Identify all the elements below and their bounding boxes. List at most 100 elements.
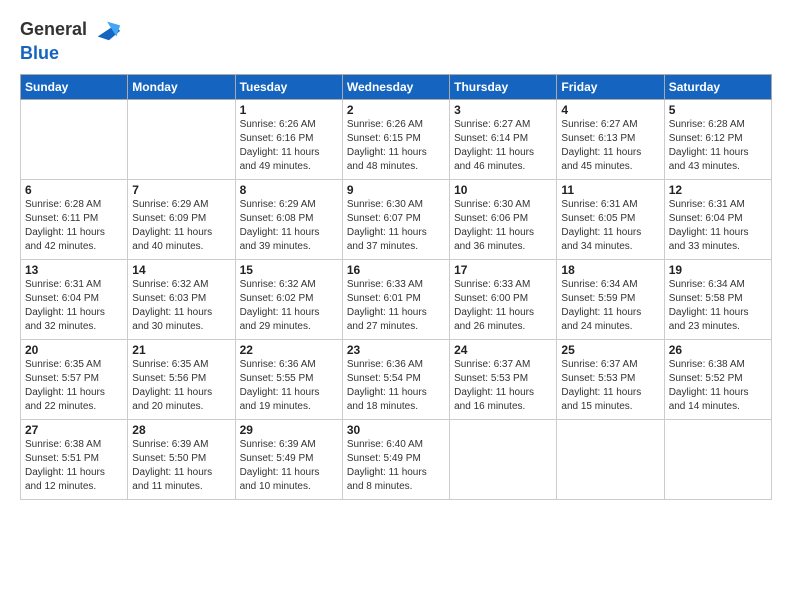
day-number: 8 [240, 183, 338, 197]
week-row-2: 6Sunrise: 6:28 AM Sunset: 6:11 PM Daylig… [21, 179, 772, 259]
day-cell: 1Sunrise: 6:26 AM Sunset: 6:16 PM Daylig… [235, 99, 342, 179]
weekday-monday: Monday [128, 74, 235, 99]
day-info: Sunrise: 6:28 AM Sunset: 6:11 PM Dayligh… [25, 198, 123, 254]
week-row-1: 1Sunrise: 6:26 AM Sunset: 6:16 PM Daylig… [21, 99, 772, 179]
day-info: Sunrise: 6:32 AM Sunset: 6:02 PM Dayligh… [240, 278, 338, 334]
weekday-thursday: Thursday [450, 74, 557, 99]
day-number: 26 [669, 343, 767, 357]
day-cell: 28Sunrise: 6:39 AM Sunset: 5:50 PM Dayli… [128, 419, 235, 499]
day-cell: 9Sunrise: 6:30 AM Sunset: 6:07 PM Daylig… [342, 179, 449, 259]
day-number: 14 [132, 263, 230, 277]
day-cell: 19Sunrise: 6:34 AM Sunset: 5:58 PM Dayli… [664, 259, 771, 339]
day-number: 30 [347, 423, 445, 437]
day-number: 3 [454, 103, 552, 117]
day-info: Sunrise: 6:30 AM Sunset: 6:06 PM Dayligh… [454, 198, 552, 254]
day-cell: 13Sunrise: 6:31 AM Sunset: 6:04 PM Dayli… [21, 259, 128, 339]
day-number: 10 [454, 183, 552, 197]
day-cell: 25Sunrise: 6:37 AM Sunset: 5:53 PM Dayli… [557, 339, 664, 419]
day-info: Sunrise: 6:29 AM Sunset: 6:09 PM Dayligh… [132, 198, 230, 254]
day-info: Sunrise: 6:39 AM Sunset: 5:50 PM Dayligh… [132, 438, 230, 494]
day-info: Sunrise: 6:28 AM Sunset: 6:12 PM Dayligh… [669, 118, 767, 174]
day-cell: 8Sunrise: 6:29 AM Sunset: 6:08 PM Daylig… [235, 179, 342, 259]
day-info: Sunrise: 6:33 AM Sunset: 6:01 PM Dayligh… [347, 278, 445, 334]
day-number: 21 [132, 343, 230, 357]
day-cell: 26Sunrise: 6:38 AM Sunset: 5:52 PM Dayli… [664, 339, 771, 419]
day-cell: 21Sunrise: 6:35 AM Sunset: 5:56 PM Dayli… [128, 339, 235, 419]
logo-general: General [20, 19, 87, 39]
day-cell: 23Sunrise: 6:36 AM Sunset: 5:54 PM Dayli… [342, 339, 449, 419]
weekday-sunday: Sunday [21, 74, 128, 99]
day-number: 12 [669, 183, 767, 197]
weekday-tuesday: Tuesday [235, 74, 342, 99]
day-number: 16 [347, 263, 445, 277]
day-cell: 10Sunrise: 6:30 AM Sunset: 6:06 PM Dayli… [450, 179, 557, 259]
weekday-friday: Friday [557, 74, 664, 99]
day-number: 27 [25, 423, 123, 437]
day-cell: 22Sunrise: 6:36 AM Sunset: 5:55 PM Dayli… [235, 339, 342, 419]
day-cell [557, 419, 664, 499]
day-number: 23 [347, 343, 445, 357]
day-cell: 14Sunrise: 6:32 AM Sunset: 6:03 PM Dayli… [128, 259, 235, 339]
day-number: 9 [347, 183, 445, 197]
day-info: Sunrise: 6:31 AM Sunset: 6:05 PM Dayligh… [561, 198, 659, 254]
day-number: 6 [25, 183, 123, 197]
day-cell: 7Sunrise: 6:29 AM Sunset: 6:09 PM Daylig… [128, 179, 235, 259]
day-cell: 16Sunrise: 6:33 AM Sunset: 6:01 PM Dayli… [342, 259, 449, 339]
day-info: Sunrise: 6:31 AM Sunset: 6:04 PM Dayligh… [25, 278, 123, 334]
day-cell: 17Sunrise: 6:33 AM Sunset: 6:00 PM Dayli… [450, 259, 557, 339]
day-cell: 29Sunrise: 6:39 AM Sunset: 5:49 PM Dayli… [235, 419, 342, 499]
day-cell: 5Sunrise: 6:28 AM Sunset: 6:12 PM Daylig… [664, 99, 771, 179]
day-cell: 30Sunrise: 6:40 AM Sunset: 5:49 PM Dayli… [342, 419, 449, 499]
day-info: Sunrise: 6:34 AM Sunset: 5:58 PM Dayligh… [669, 278, 767, 334]
day-info: Sunrise: 6:35 AM Sunset: 5:56 PM Dayligh… [132, 358, 230, 414]
day-number: 7 [132, 183, 230, 197]
day-info: Sunrise: 6:38 AM Sunset: 5:51 PM Dayligh… [25, 438, 123, 494]
day-cell [128, 99, 235, 179]
day-number: 11 [561, 183, 659, 197]
day-number: 19 [669, 263, 767, 277]
day-cell: 18Sunrise: 6:34 AM Sunset: 5:59 PM Dayli… [557, 259, 664, 339]
day-info: Sunrise: 6:30 AM Sunset: 6:07 PM Dayligh… [347, 198, 445, 254]
day-number: 28 [132, 423, 230, 437]
logo: General Blue [20, 16, 122, 64]
day-info: Sunrise: 6:36 AM Sunset: 5:54 PM Dayligh… [347, 358, 445, 414]
day-number: 29 [240, 423, 338, 437]
day-cell: 20Sunrise: 6:35 AM Sunset: 5:57 PM Dayli… [21, 339, 128, 419]
day-info: Sunrise: 6:27 AM Sunset: 6:14 PM Dayligh… [454, 118, 552, 174]
day-info: Sunrise: 6:33 AM Sunset: 6:00 PM Dayligh… [454, 278, 552, 334]
day-cell: 4Sunrise: 6:27 AM Sunset: 6:13 PM Daylig… [557, 99, 664, 179]
day-info: Sunrise: 6:31 AM Sunset: 6:04 PM Dayligh… [669, 198, 767, 254]
day-number: 1 [240, 103, 338, 117]
day-number: 24 [454, 343, 552, 357]
day-info: Sunrise: 6:37 AM Sunset: 5:53 PM Dayligh… [454, 358, 552, 414]
day-cell: 3Sunrise: 6:27 AM Sunset: 6:14 PM Daylig… [450, 99, 557, 179]
day-info: Sunrise: 6:34 AM Sunset: 5:59 PM Dayligh… [561, 278, 659, 334]
day-info: Sunrise: 6:32 AM Sunset: 6:03 PM Dayligh… [132, 278, 230, 334]
day-info: Sunrise: 6:35 AM Sunset: 5:57 PM Dayligh… [25, 358, 123, 414]
day-cell: 6Sunrise: 6:28 AM Sunset: 6:11 PM Daylig… [21, 179, 128, 259]
week-row-5: 27Sunrise: 6:38 AM Sunset: 5:51 PM Dayli… [21, 419, 772, 499]
logo-icon [94, 16, 122, 44]
logo-text: General [20, 16, 122, 44]
day-cell: 15Sunrise: 6:32 AM Sunset: 6:02 PM Dayli… [235, 259, 342, 339]
calendar: SundayMondayTuesdayWednesdayThursdayFrid… [20, 74, 772, 500]
day-info: Sunrise: 6:38 AM Sunset: 5:52 PM Dayligh… [669, 358, 767, 414]
day-cell: 27Sunrise: 6:38 AM Sunset: 5:51 PM Dayli… [21, 419, 128, 499]
page: General Blue SundayMondayTuesdayWednesda… [0, 0, 792, 612]
day-cell [450, 419, 557, 499]
week-row-4: 20Sunrise: 6:35 AM Sunset: 5:57 PM Dayli… [21, 339, 772, 419]
day-number: 15 [240, 263, 338, 277]
day-number: 4 [561, 103, 659, 117]
day-info: Sunrise: 6:27 AM Sunset: 6:13 PM Dayligh… [561, 118, 659, 174]
day-number: 5 [669, 103, 767, 117]
day-info: Sunrise: 6:29 AM Sunset: 6:08 PM Dayligh… [240, 198, 338, 254]
day-info: Sunrise: 6:37 AM Sunset: 5:53 PM Dayligh… [561, 358, 659, 414]
day-info: Sunrise: 6:26 AM Sunset: 6:16 PM Dayligh… [240, 118, 338, 174]
day-cell [664, 419, 771, 499]
day-cell: 11Sunrise: 6:31 AM Sunset: 6:05 PM Dayli… [557, 179, 664, 259]
day-info: Sunrise: 6:40 AM Sunset: 5:49 PM Dayligh… [347, 438, 445, 494]
day-number: 25 [561, 343, 659, 357]
day-cell: 24Sunrise: 6:37 AM Sunset: 5:53 PM Dayli… [450, 339, 557, 419]
day-info: Sunrise: 6:36 AM Sunset: 5:55 PM Dayligh… [240, 358, 338, 414]
weekday-saturday: Saturday [664, 74, 771, 99]
